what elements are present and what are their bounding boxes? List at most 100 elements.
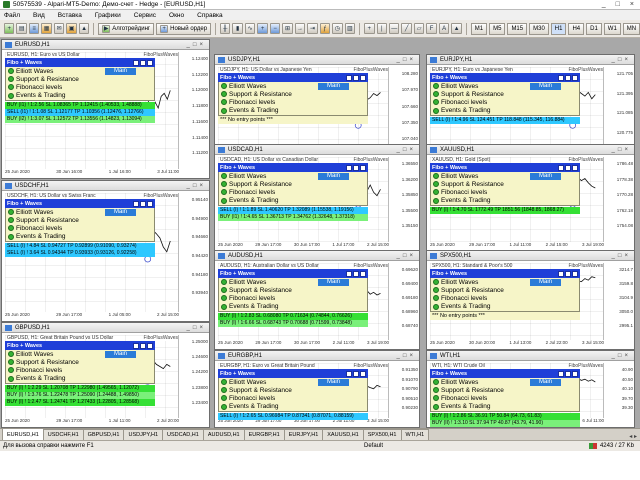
panel-minimize-icon[interactable] (565, 270, 571, 277)
chart-window-controls[interactable]: _□× (397, 147, 416, 153)
menu-window[interactable]: Окно (169, 12, 184, 19)
panel-buttons[interactable] (558, 74, 578, 81)
fibo-waves-panel[interactable]: Fibo + Waves Elliott Waves Main Support & R… (5, 341, 155, 406)
panel-buttons[interactable] (346, 370, 366, 377)
panel-option[interactable]: Support & Resistance (431, 286, 579, 294)
panel-option[interactable]: Support & Resistance (431, 180, 579, 188)
panel-buttons[interactable] (133, 59, 153, 66)
market-watch-icon[interactable]: ≡ (28, 23, 40, 34)
autoscroll-icon[interactable]: → (294, 23, 306, 34)
shapes-icon[interactable]: ▲ (451, 23, 462, 34)
chart-window-eurusd[interactable]: EURUSD,H1 _□× EURUSD, H1: Euro vs US Dolla… (1, 39, 210, 179)
panel-option[interactable]: Events & Trading (6, 92, 154, 100)
chart-tab[interactable]: EURJPY,H1 (283, 429, 324, 440)
channel-icon[interactable]: ▱ (413, 23, 425, 34)
panel-option[interactable]: Events & Trading (6, 233, 154, 241)
toggle-on-icon[interactable] (433, 295, 439, 302)
chart-window-controls[interactable]: _□× (612, 353, 631, 359)
chart-tab[interactable]: USDCAD,H1 (162, 429, 204, 440)
menu-charts[interactable]: Графики (95, 12, 121, 19)
chart-window-controls[interactable]: _□× (397, 353, 416, 359)
trade-signal-row[interactable]: BUY (I) ! 1:2.83 SL 0.68080 TP 0.71634 (… (218, 312, 368, 320)
fibo-waves-panel[interactable]: Fibo + Waves Elliott Waves Main Support & R… (430, 73, 580, 124)
fibo-waves-header[interactable]: Fibo + Waves (430, 369, 580, 378)
toggle-on-icon[interactable] (433, 91, 439, 98)
panel-option[interactable]: Events & Trading (431, 197, 579, 205)
chart-window-title-bar[interactable]: EURUSD,H1 _□× (2, 40, 209, 50)
panel-close-icon[interactable] (360, 74, 366, 81)
fibo-waves-panel[interactable]: Fibo + Waves Elliott Waves Main Support & R… (430, 163, 580, 214)
new-order-button[interactable]: + Новый ордер (156, 22, 212, 35)
chart-tab[interactable]: XAUUSD,H1 (322, 429, 364, 440)
panel-minimize-icon[interactable] (353, 74, 359, 81)
navigator-icon[interactable]: ✉ (53, 23, 65, 34)
toggle-on-icon[interactable] (433, 83, 439, 90)
panel-option[interactable]: Elliott Waves Main (431, 278, 579, 286)
toggle-on-icon[interactable] (433, 189, 439, 196)
panel-option[interactable]: Fibonacci levels (219, 294, 367, 302)
panel-option[interactable]: Events & Trading (431, 303, 579, 311)
toggle-on-icon[interactable] (8, 351, 14, 358)
templates-icon[interactable]: ▥ (344, 23, 356, 34)
chart-window-xauusd[interactable]: XAUUSD,H1 _□× XAUUSD, H1: Gold (Spot) FiboP… (426, 144, 635, 252)
trade-signal-row[interactable]: BUY (I1) ! 1:4.65 SL 1.36713 TP 1.34762 … (218, 213, 368, 221)
fibo-waves-header[interactable]: Fibo + Waves (218, 73, 368, 82)
toggle-on-icon[interactable] (8, 209, 14, 216)
panel-option[interactable]: Events & Trading (219, 197, 367, 205)
panel-settings-icon[interactable] (346, 74, 352, 81)
panel-close-icon[interactable] (572, 270, 578, 277)
chart-area[interactable]: AUDUSD, H1: Australian Dollar vs US Doll… (215, 261, 419, 349)
trade-signal-row[interactable]: BUY (I) ! 1:2.86 SL 36.91 TP 50.84 (64.7… (430, 412, 580, 420)
panel-settings-icon[interactable] (558, 74, 564, 81)
text-icon[interactable]: A (438, 23, 450, 34)
menu-file[interactable]: Файл (4, 12, 20, 19)
trade-signal-row[interactable]: SELL (I) ! 1:2.65 SL 0.96984 TP 0.87341 … (218, 412, 368, 420)
panel-option[interactable]: Elliott Waves Main (6, 67, 154, 75)
panel-buttons[interactable] (133, 342, 153, 349)
panel-minimize-icon[interactable] (140, 59, 146, 66)
trade-signal-row[interactable]: SELL (I) ! 1:4.96 SL 124.451 TP 118.848 … (430, 116, 580, 124)
fibo-waves-panel[interactable]: Fibo + Waves Elliott Waves Main Support & R… (5, 199, 155, 257)
chart-area[interactable]: WTI, H1: WTI Crude Oil FiboPlusWaves 40.90… (427, 361, 634, 427)
toggle-on-icon[interactable] (221, 395, 227, 402)
timeframe-mn[interactable]: MN (622, 22, 640, 35)
toggle-on-icon[interactable] (433, 387, 439, 394)
trade-signal-row[interactable]: SELL (I) ! 4.84 SL 0.94727 TP 0.92899 (0… (5, 242, 155, 250)
panel-settings-icon[interactable] (133, 200, 139, 207)
toggle-on-icon[interactable] (221, 287, 227, 294)
timeframe-m30[interactable]: M30 (529, 22, 549, 35)
panel-close-icon[interactable] (147, 59, 153, 66)
main-button[interactable]: Main (529, 82, 561, 90)
panel-option[interactable]: Support & Resistance (219, 386, 367, 394)
chart-area[interactable]: EURGBP, H1: Euro vs Great Britain Pound F… (215, 361, 419, 427)
chart-window-title-bar[interactable]: GBPUSD,H1 _□× (2, 323, 209, 333)
timeframe-d1[interactable]: D1 (586, 22, 602, 35)
chart-window-title-bar[interactable]: USDCHF,H1 _□× (2, 181, 209, 191)
algo-trading-button[interactable]: ▶ Алготрейдинг (98, 22, 155, 35)
panel-option[interactable]: Support & Resistance (431, 90, 579, 98)
toggle-on-icon[interactable] (8, 375, 14, 382)
chart-window-title-bar[interactable]: XAUUSD,H1 _□× (427, 145, 634, 155)
panel-minimize-icon[interactable] (353, 370, 359, 377)
toggle-on-icon[interactable] (8, 217, 14, 224)
panel-option[interactable]: Support & Resistance (219, 90, 367, 98)
zoom-out-icon[interactable]: − (269, 23, 281, 34)
chart-window-title-bar[interactable]: AUDUSD,H1 _□× (215, 251, 419, 261)
panel-option[interactable]: Events & Trading (431, 403, 579, 411)
chart-tab[interactable]: USDCHF,H1 (42, 429, 84, 440)
toggle-on-icon[interactable] (8, 367, 14, 374)
panel-close-icon[interactable] (147, 200, 153, 207)
panel-option[interactable]: Fibonacci levels (431, 394, 579, 402)
toggle-on-icon[interactable] (433, 395, 439, 402)
chart-window-controls[interactable]: _□× (612, 147, 631, 153)
panel-option[interactable]: Elliott Waves Main (219, 278, 367, 286)
toggle-on-icon[interactable] (433, 197, 439, 204)
trend-line-icon[interactable]: ╱ (401, 23, 412, 34)
chart-window-title-bar[interactable]: EURJPY,H1 _□× (427, 55, 634, 65)
fibo-waves-panel[interactable]: Fibo + Waves Elliott Waves Main Support & R… (5, 58, 155, 123)
line-chart-icon[interactable]: ∿ (244, 23, 256, 34)
chart-area[interactable]: XAUUSD, H1: Gold (Spot) FiboPlusWaves 1786… (427, 155, 634, 251)
chart-window-audusd[interactable]: AUDUSD,H1 _□× AUDUSD, H1: Australian Dolla… (214, 250, 420, 350)
panel-option[interactable]: Events & Trading (219, 303, 367, 311)
chart-window-controls[interactable]: _□× (187, 325, 206, 331)
